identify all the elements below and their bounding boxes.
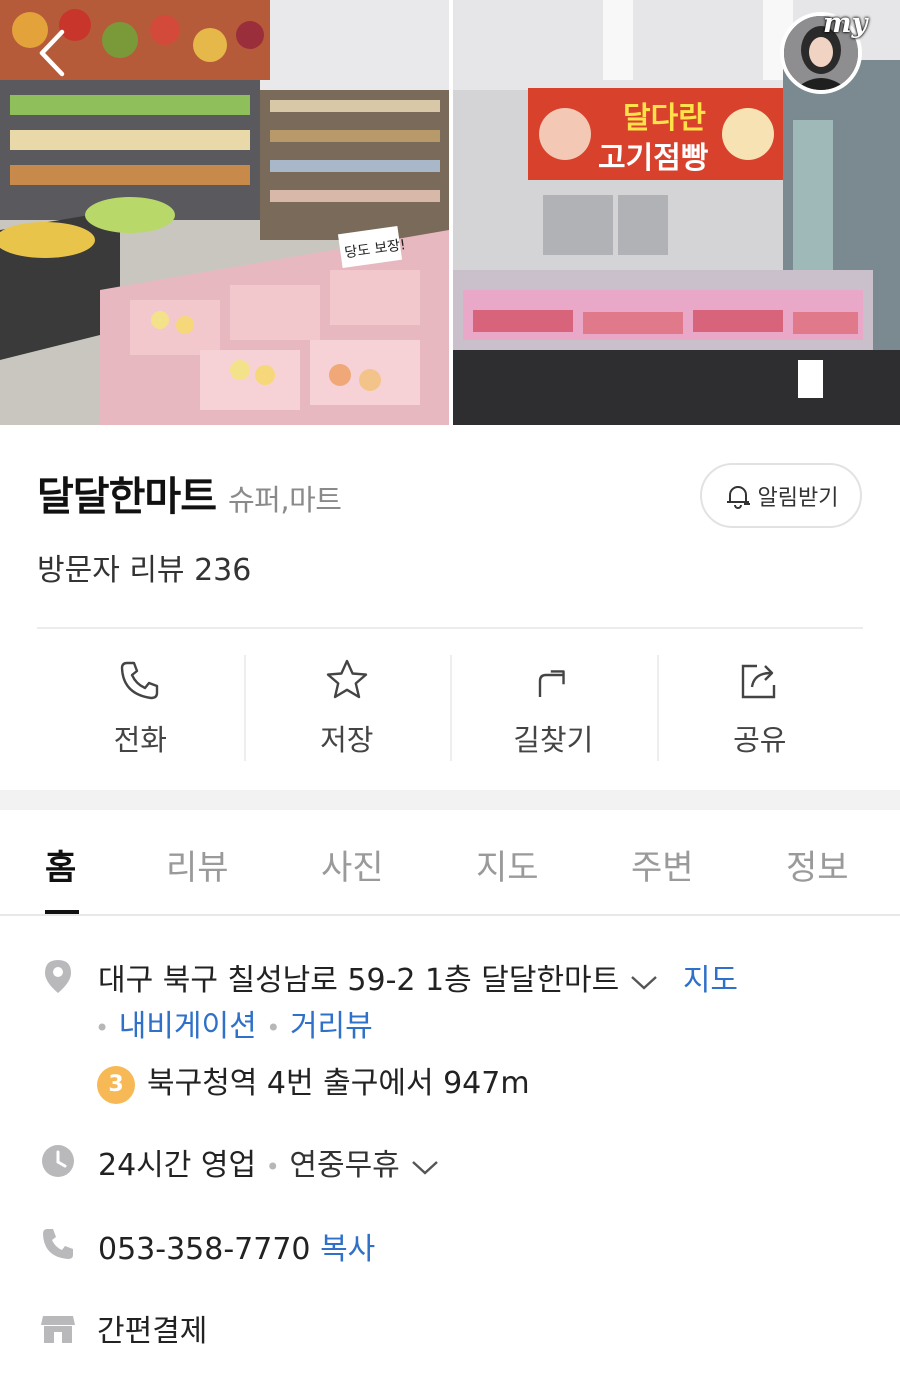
- action-label: 저장: [320, 723, 374, 757]
- banner-line2: 고기점빵: [598, 141, 709, 176]
- address-text: 대구 북구 칠성남로 59-2 1층 달달한마트: [98, 963, 620, 998]
- directions-icon: [539, 670, 565, 697]
- place-category: 슈퍼,마트: [228, 483, 342, 517]
- bullet: •: [95, 1014, 110, 1042]
- directions-button[interactable]: 길찾기: [450, 655, 657, 763]
- holiday-text: 연중무휴: [289, 1148, 400, 1183]
- tab-nearby[interactable]: 주변: [631, 840, 694, 889]
- chevron-left-icon: [39, 29, 65, 77]
- address-row: 대구 북구 칠성남로 59-2 1층 달달한마트 지도: [98, 955, 738, 999]
- place-title-row: 달달한마트 슈퍼,마트: [37, 464, 342, 522]
- divider: [37, 627, 863, 629]
- tab-map[interactable]: 지도: [476, 840, 539, 889]
- store-icon: [41, 1316, 75, 1343]
- clock-icon: [42, 1145, 74, 1177]
- address-links-row: • 내비게이션 • 거리뷰: [95, 1001, 373, 1045]
- tab-photos[interactable]: 사진: [321, 840, 384, 889]
- call-button[interactable]: 전화: [37, 655, 244, 763]
- hero-photos: 당도 보장! 달다란 고기점빵 my: [0, 0, 900, 425]
- subway-text: 북구청역 4번 출구에서 947m: [147, 1066, 530, 1101]
- avatar-badge: my: [823, 8, 868, 39]
- street-view-link[interactable]: 거리뷰: [290, 1009, 373, 1044]
- chevron-down-icon[interactable]: [629, 972, 659, 992]
- action-bar: 전화 저장 길찾기 공유: [37, 655, 863, 763]
- payment-text: 간편결제: [97, 1314, 208, 1349]
- action-label: 공유: [733, 723, 787, 757]
- star-icon: [326, 659, 367, 699]
- bullet: •: [265, 1153, 280, 1181]
- payment-row: 간편결제: [97, 1306, 207, 1350]
- alarm-button[interactable]: 알림받기: [700, 463, 862, 528]
- hours-text: 24시간 영업: [98, 1148, 257, 1183]
- share-icon: [741, 664, 775, 699]
- location-pin-icon: [45, 960, 71, 993]
- review-count[interactable]: 방문자 리뷰 236: [37, 545, 251, 589]
- phone-icon: [121, 661, 159, 700]
- hours-row: 24시간 영업 • 연중무휴: [98, 1140, 440, 1184]
- phone-fill-icon: [43, 1229, 73, 1259]
- tab-info[interactable]: 정보: [786, 840, 849, 889]
- action-label: 전화: [113, 723, 167, 757]
- tab-reviews[interactable]: 리뷰: [166, 840, 229, 889]
- section-gap: [0, 790, 900, 810]
- share-button[interactable]: 공유: [656, 655, 864, 763]
- place-name: 달달한마트: [37, 474, 217, 520]
- map-link[interactable]: 지도: [683, 963, 738, 998]
- active-tab-indicator: [45, 910, 79, 914]
- save-button[interactable]: 저장: [243, 655, 451, 763]
- action-label: 길찾기: [513, 723, 594, 757]
- tab-home[interactable]: 홈: [45, 840, 76, 889]
- bullet: •: [266, 1014, 281, 1042]
- copy-button[interactable]: 복사: [320, 1232, 375, 1267]
- bell-plus-icon: [726, 485, 750, 509]
- navigation-link[interactable]: 내비게이션: [119, 1009, 257, 1044]
- phone-number[interactable]: 053-358-7770: [98, 1232, 311, 1267]
- back-button[interactable]: [30, 28, 80, 78]
- banner-line1: 달다란: [623, 101, 706, 136]
- tab-bar: 홈 리뷰 사진 지도 주변 정보: [0, 810, 900, 916]
- alarm-label: 알림받기: [757, 485, 839, 511]
- subway-row: 3 북구청역 4번 출구에서 947m: [97, 1058, 530, 1104]
- chevron-down-icon[interactable]: [410, 1157, 440, 1177]
- subway-line-badge: 3: [97, 1065, 135, 1104]
- phone-row: 053-358-7770 복사: [98, 1224, 375, 1268]
